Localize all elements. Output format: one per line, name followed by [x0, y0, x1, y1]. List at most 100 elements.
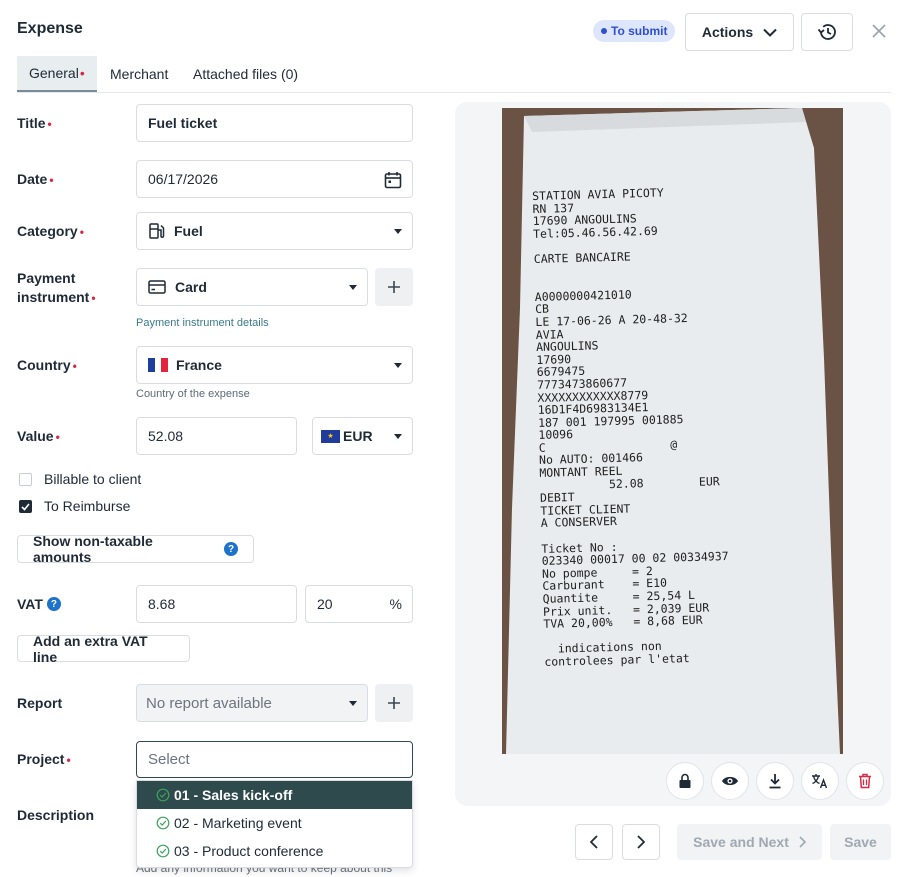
- lock-icon: [679, 773, 691, 788]
- tab-general-label: General: [29, 65, 79, 81]
- chevron-left-icon: [590, 835, 598, 849]
- vat-amount-input[interactable]: 8.68: [136, 585, 297, 623]
- caret-down-icon: [349, 285, 357, 290]
- help-icon[interactable]: ?: [224, 542, 238, 556]
- translate-button[interactable]: [801, 762, 839, 800]
- save-button[interactable]: Save: [830, 824, 891, 860]
- caret-down-icon: [394, 434, 402, 439]
- close-button[interactable]: [868, 18, 890, 44]
- required-marker: •: [79, 65, 85, 81]
- payment-instrument-label: Payment instrument •: [17, 270, 96, 305]
- show-non-taxable-button[interactable]: Show non-taxable amounts ?: [17, 533, 254, 565]
- title-input[interactable]: Fuel ticket: [136, 104, 413, 142]
- save-and-next-button[interactable]: Save and Next: [677, 824, 822, 860]
- country-hint: Country of the expense: [136, 388, 250, 400]
- tab-bar: General • Merchant Attached files (0): [17, 56, 891, 93]
- chevron-down-icon: [763, 28, 777, 37]
- check-circle-icon: [156, 844, 170, 858]
- check-circle-icon: [156, 816, 170, 830]
- history-button[interactable]: [801, 13, 853, 51]
- vat-rate-input[interactable]: 20 %: [305, 585, 413, 623]
- eu-flag-icon: ★: [321, 429, 340, 443]
- save-and-next-label: Save and Next: [693, 834, 789, 850]
- reimburse-checkbox[interactable]: [19, 500, 32, 513]
- date-label: Date •: [17, 171, 54, 187]
- calendar-icon[interactable]: [384, 171, 402, 189]
- project-select-input[interactable]: Select: [136, 741, 413, 778]
- tab-attached-files[interactable]: Attached files (0): [193, 56, 298, 92]
- lock-button[interactable]: [666, 762, 704, 800]
- project-option-label: 03 - Product conference: [174, 843, 324, 859]
- vat-label: VAT ?: [17, 596, 61, 612]
- currency-select[interactable]: ★ EUR: [312, 417, 413, 455]
- download-icon: [769, 774, 781, 789]
- payment-instrument-hint: Payment instrument details: [136, 317, 269, 329]
- previous-button[interactable]: [575, 824, 613, 860]
- show-non-taxable-label: Show non-taxable amounts: [33, 533, 153, 565]
- next-button[interactable]: [622, 824, 660, 860]
- plus-icon: [388, 697, 400, 709]
- reimburse-label: To Reimburse: [44, 498, 131, 514]
- project-option-label: 01 - Sales kick-off: [174, 787, 293, 803]
- country-label: Country •: [17, 357, 77, 373]
- add-report-button[interactable]: [375, 684, 413, 722]
- delete-button[interactable]: [846, 762, 884, 800]
- actions-button[interactable]: Actions: [685, 13, 794, 51]
- caret-down-icon: [394, 229, 402, 234]
- caret-down-icon: [394, 363, 402, 368]
- add-extra-vat-line-button[interactable]: Add an extra VAT line: [17, 632, 190, 665]
- title-label: Title •: [17, 115, 52, 131]
- project-option[interactable]: 03 - Product conference: [137, 837, 412, 865]
- plus-icon: [388, 281, 400, 293]
- vat-rate-value: 20: [317, 596, 333, 612]
- actions-label: Actions: [701, 24, 754, 40]
- caret-down-icon: [349, 701, 357, 706]
- project-option[interactable]: 02 - Marketing event: [137, 809, 412, 837]
- download-button[interactable]: [756, 762, 794, 800]
- value-label: Value •: [17, 428, 60, 444]
- billable-checkbox[interactable]: [19, 473, 32, 486]
- chevron-right-icon: [799, 836, 806, 848]
- currency-value: EUR: [343, 428, 373, 444]
- payment-instrument-value: Card: [175, 279, 207, 295]
- tab-general[interactable]: General •: [17, 56, 97, 92]
- add-payment-instrument-button[interactable]: [375, 268, 413, 306]
- category-value: Fuel: [174, 223, 203, 239]
- page-title: Expense: [17, 20, 83, 37]
- fuel-pump-icon: [149, 223, 165, 239]
- status-dot-icon: [601, 28, 607, 34]
- tab-attached-files-label: Attached files (0): [193, 66, 299, 82]
- receipt-text: STATION AVIA PICOTY RN 137 17690 ANGOULINS…: [532, 185, 731, 669]
- checkmark-icon: [21, 502, 30, 511]
- status-badge: To submit: [593, 20, 676, 42]
- date-value: 06/17/2026: [148, 171, 219, 187]
- help-icon[interactable]: ?: [46, 597, 61, 611]
- payment-instrument-select[interactable]: Card: [136, 268, 368, 306]
- translate-icon: [812, 774, 828, 789]
- value-input[interactable]: 52.08: [136, 417, 297, 455]
- save-label: Save: [844, 834, 877, 850]
- vat-rate-unit: %: [389, 596, 402, 612]
- date-input[interactable]: 06/17/2026: [136, 160, 413, 198]
- category-select[interactable]: Fuel: [136, 212, 413, 250]
- project-placeholder: Select: [148, 751, 190, 768]
- check-circle-icon: [156, 788, 170, 802]
- billable-label: Billable to client: [44, 471, 142, 487]
- project-label: Project •: [17, 751, 71, 767]
- value-amount: 52.08: [148, 428, 184, 444]
- preview-button[interactable]: [711, 762, 749, 800]
- chevron-right-icon: [637, 835, 645, 849]
- report-placeholder: No report available: [146, 694, 272, 712]
- tab-merchant[interactable]: Merchant: [110, 56, 168, 92]
- country-value: France: [176, 357, 222, 373]
- status-text: To submit: [611, 24, 668, 38]
- add-extra-vat-line-label: Add an extra VAT line: [33, 632, 148, 665]
- report-select[interactable]: No report available: [136, 684, 368, 722]
- project-dropdown: 01 - Sales kick-off 02 - Marketing event…: [136, 780, 413, 868]
- report-label: Report: [17, 695, 63, 711]
- project-option[interactable]: 01 - Sales kick-off: [137, 781, 412, 809]
- title-value: Fuel ticket: [148, 115, 218, 131]
- vat-amount-value: 8.68: [148, 596, 176, 612]
- country-select[interactable]: France: [136, 346, 413, 384]
- history-icon: [817, 24, 836, 40]
